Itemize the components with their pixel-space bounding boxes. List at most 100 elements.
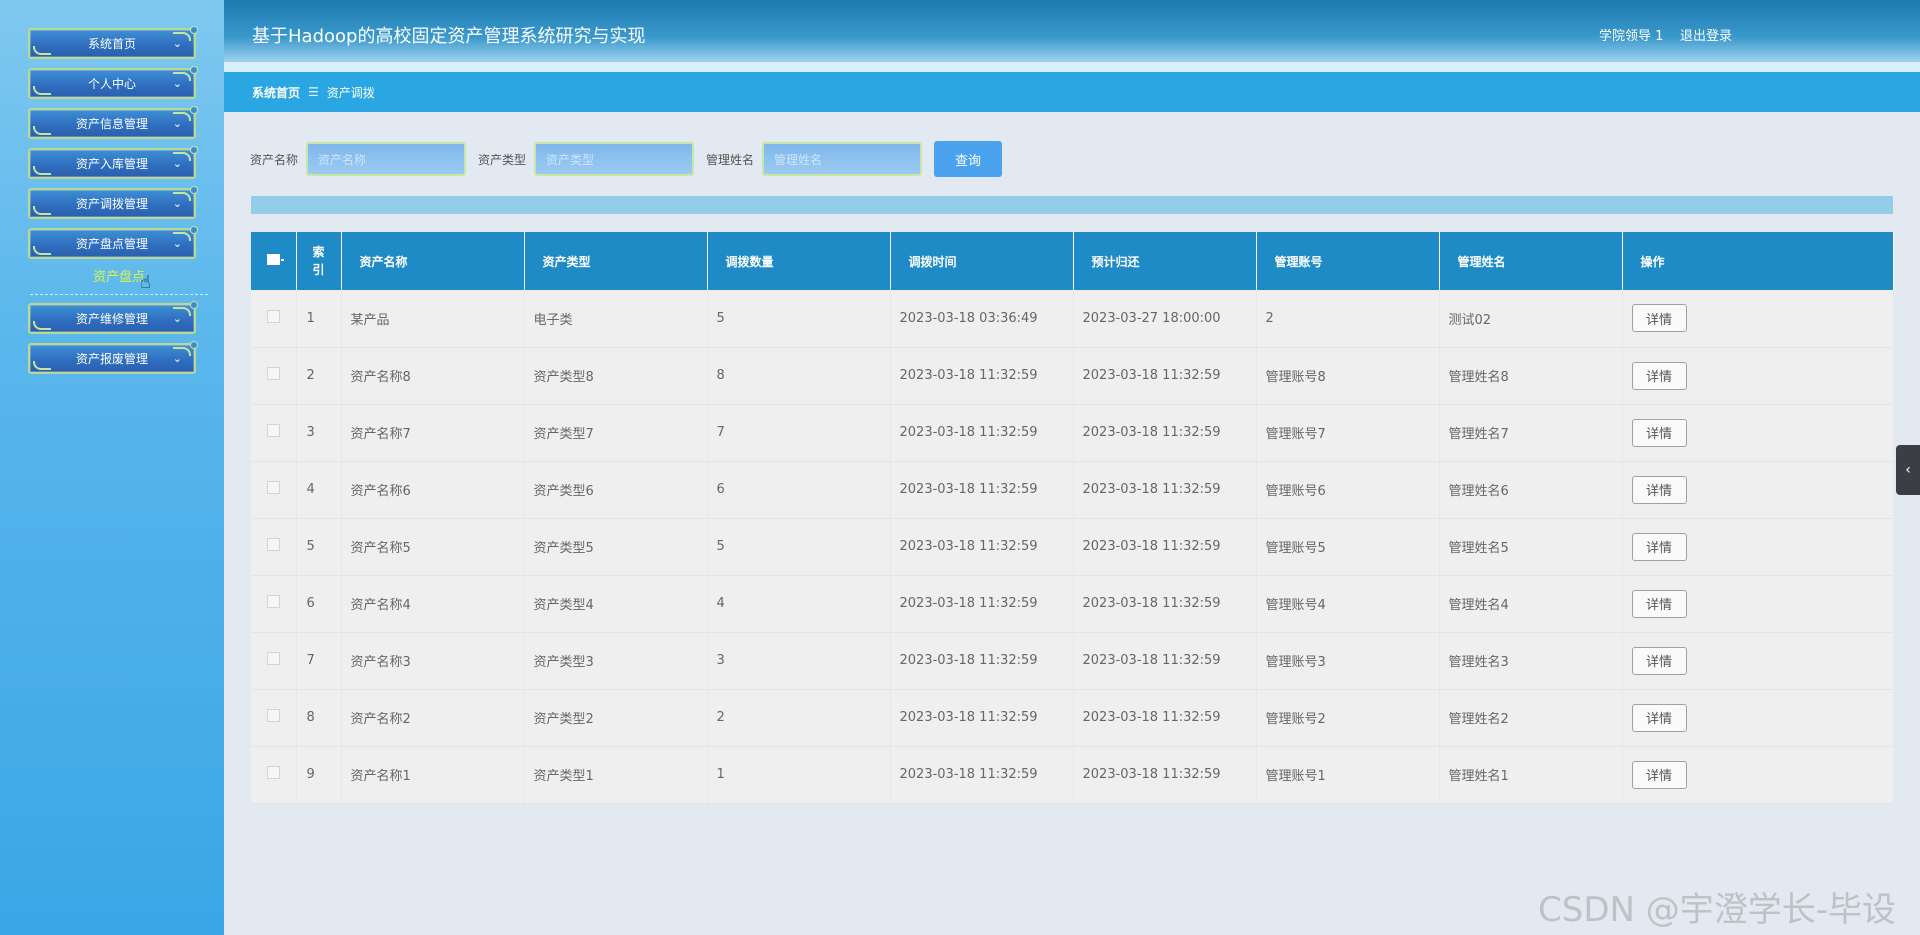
row-checkbox[interactable] [251,575,297,633]
asset-name-label: 资产名称 [250,152,299,167]
ornament-dot-icon [190,106,198,114]
sidebar-menu: 系统首页 ⌄ 个人中心 ⌄ 资产信息管理 ⌄ 资产入库管理 ⌄ 资产调拨管理 ⌄ 资产盘点管理 ⌄ 资产… [0,0,224,374]
cell-transfer-qty: 6 [707,461,891,519]
detail-button[interactable]: 详情 [1631,703,1687,732]
ornament-dot-icon [190,341,198,349]
asset-type-input[interactable]: 资产类型 [534,142,695,176]
cell-manager-account: 管理账号2 [1256,689,1440,747]
row-checkbox[interactable] [251,290,297,348]
cell-transfer-qty: 7 [707,404,891,462]
sidebar-subitem-label: 资产盘点 [92,270,145,285]
table-header-row: 索 引 资产名称 资产类型 调拨数量 调拨时间 预计归还 管理账号 管理姓名 操… [251,232,1894,290]
detail-button[interactable]: 详情 [1631,760,1687,789]
search-bar: 资产名称 资产名称 资产类型 资产类型 管理姓名 管理姓名 查询 [250,141,1003,177]
sidebar-item[interactable]: 资产维修管理 ⌄ [28,301,198,334]
row-checkbox[interactable] [251,461,297,519]
row-checkbox[interactable] [251,632,297,690]
sidebar-item[interactable]: 个人中心 ⌄ [28,66,198,99]
ornament-icon [33,126,51,135]
col-header-index-line1: 索 [312,245,325,259]
sidebar-item[interactable]: 资产盘点管理 ⌄ [28,226,198,259]
cell-manager-account: 管理账号7 [1256,404,1440,462]
sidebar-item[interactable]: 资产入库管理 ⌄ [28,146,198,179]
cell-expected-return: 2023-03-18 11:32:59 [1073,575,1257,633]
ornament-icon [33,246,51,255]
cell-index: 7 [296,632,342,690]
query-button[interactable]: 查询 [934,141,1003,177]
cell-manager-account: 管理账号5 [1256,518,1440,576]
detail-button[interactable]: 详情 [1631,589,1687,618]
cell-actions: 详情 [1622,347,1894,405]
detail-button[interactable]: 详情 [1631,532,1687,561]
transfer-table: 索 引 资产名称 资产类型 调拨数量 调拨时间 预计归还 管理账号 管理姓名 操… [251,232,1894,804]
sidebar-item-label: 系统首页 [87,37,136,51]
ornament-dot-icon [190,66,198,74]
cell-expected-return: 2023-03-18 11:32:59 [1073,518,1257,576]
sidebar-item[interactable]: 资产信息管理 ⌄ [28,106,198,139]
detail-button[interactable]: 详情 [1631,475,1687,504]
cell-actions: 详情 [1622,575,1894,633]
chevron-down-icon: ⌄ [172,77,182,90]
logout-link[interactable]: 退出登录 [1680,25,1732,44]
manager-name-input[interactable]: 管理姓名 [762,142,923,176]
breadcrumb-home[interactable]: 系统首页 [252,84,300,101]
breadcrumb-current: 资产调拨 [326,85,375,100]
sidebar-item[interactable]: 资产报废管理 ⌄ [28,341,198,374]
breadcrumb: 系统首页 ☰ 资产调拨 [224,72,1920,112]
detail-button[interactable]: 详情 [1631,304,1687,333]
asset-name-input[interactable]: 资产名称 [306,142,467,176]
table-row: 4 资产名称6 资产类型6 6 2023-03-18 11:32:59 2023-03-1… [251,461,1894,519]
sidebar-item[interactable]: 系统首页 ⌄ [28,26,198,59]
col-header-asset-type: 资产类型 [524,232,708,290]
cell-transfer-time: 2023-03-18 11:32:59 [890,518,1074,576]
cell-transfer-time: 2023-03-18 11:32:59 [890,404,1074,462]
chevron-down-icon: ⌄ [172,157,182,170]
select-all-checkbox[interactable] [251,232,297,290]
sidebar-subitem-inventory[interactable]: 资产盘点 ☝ [30,266,208,295]
sidebar-item-label: 资产盘点管理 [75,237,148,251]
detail-button[interactable]: 详情 [1631,418,1687,447]
cell-asset-type: 资产类型8 [524,347,708,405]
col-header-transfer-qty: 调拨数量 [707,232,891,290]
cell-expected-return: 2023-03-18 11:32:59 [1073,746,1257,804]
cell-transfer-time: 2023-03-18 11:32:59 [890,632,1074,690]
collapse-panel-chevron-icon[interactable]: ‹ [1896,445,1920,495]
cell-actions: 详情 [1622,632,1894,690]
cell-manager-name: 管理姓名3 [1439,632,1623,690]
cell-asset-name: 资产名称3 [341,632,525,690]
table-row: 9 资产名称1 资产类型1 1 2023-03-18 11:32:59 2023-03-1… [251,746,1894,804]
row-checkbox[interactable] [251,689,297,747]
cell-asset-type: 资产类型1 [524,746,708,804]
cell-asset-name: 资产名称1 [341,746,525,804]
cell-manager-account: 管理账号1 [1256,746,1440,804]
row-checkbox[interactable] [251,347,297,405]
ornament-icon [33,166,51,175]
cell-asset-name: 资产名称4 [341,575,525,633]
ornament-dot-icon [190,26,198,34]
table-row: 3 资产名称7 资产类型7 7 2023-03-18 11:32:59 2023-03-1… [251,404,1894,462]
ornament-dot-icon [190,186,198,194]
sidebar-item-label: 资产调拨管理 [75,197,148,211]
table-row: 5 资产名称5 资产类型5 5 2023-03-18 11:32:59 2023-03-1… [251,518,1894,576]
sidebar-item[interactable]: 资产调拨管理 ⌄ [28,186,198,219]
chevron-down-icon: ⌄ [172,37,182,50]
cell-asset-name: 资产名称8 [341,347,525,405]
row-checkbox[interactable] [251,746,297,804]
cell-expected-return: 2023-03-18 11:32:59 [1073,404,1257,462]
cell-transfer-qty: 5 [707,518,891,576]
cell-index: 2 [296,347,342,405]
cell-transfer-qty: 4 [707,575,891,633]
table-row: 6 资产名称4 资产类型4 4 2023-03-18 11:32:59 2023-03-1… [251,575,1894,633]
table-row: 2 资产名称8 资产类型8 8 2023-03-18 11:32:59 2023-03-1… [251,347,1894,405]
cell-expected-return: 2023-03-18 11:32:59 [1073,347,1257,405]
cell-asset-name: 资产名称6 [341,461,525,519]
cell-actions: 详情 [1622,689,1894,747]
sidebar-item-label: 资产入库管理 [75,157,148,171]
col-header-index: 索 引 [296,232,342,290]
detail-button[interactable]: 详情 [1631,361,1687,390]
col-header-expected-return: 预计归还 [1073,232,1257,290]
col-header-transfer-time: 调拨时间 [890,232,1074,290]
row-checkbox[interactable] [251,518,297,576]
detail-button[interactable]: 详情 [1631,646,1687,675]
row-checkbox[interactable] [251,404,297,462]
